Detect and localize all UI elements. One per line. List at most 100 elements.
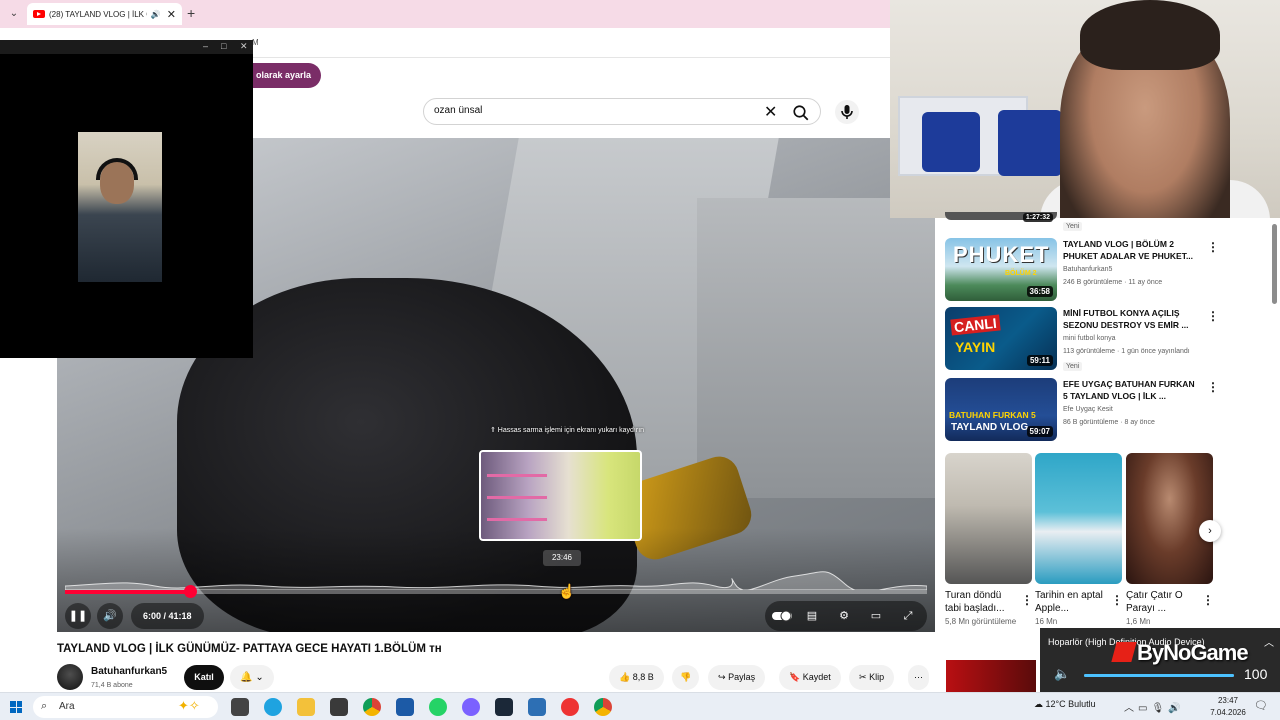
network-icon[interactable]: ▭	[1138, 703, 1151, 714]
weather-widget[interactable]: ☁ 12°C Bulutlu	[1034, 699, 1096, 710]
floating-window-titlebar[interactable]: – □ ✕	[0, 40, 253, 54]
theater-mode-button[interactable]: ▭	[868, 608, 884, 624]
thumbs-down-icon: 👎	[680, 672, 692, 682]
more-actions-button[interactable]: ⋯	[908, 665, 929, 690]
seek-handle[interactable]	[183, 585, 197, 598]
partial-thumbnail[interactable]	[946, 660, 1036, 692]
short-title[interactable]: Çatır Çatır O Parayı ...	[1126, 589, 1200, 615]
list-item[interactable]: CANLI YAYIN 59:11 MİNİ FUTBOL KONYA AÇIL…	[945, 307, 1235, 371]
share-button[interactable]: ↪ Paylaş	[708, 665, 766, 690]
start-button[interactable]	[10, 701, 22, 713]
partial-thumbnail[interactable]: 1:27:32	[945, 212, 1057, 222]
more-options-icon[interactable]: ⋮	[1021, 593, 1033, 607]
more-options-icon[interactable]: ⋮	[1111, 593, 1123, 607]
steam-icon[interactable]	[495, 698, 513, 716]
speaker-icon[interactable]: 🔈	[1054, 666, 1070, 682]
video-thumbnail[interactable]: CANLI YAYIN 59:11	[945, 307, 1057, 370]
notification-icon[interactable]: 🗨	[1254, 699, 1268, 712]
browser-tab[interactable]: (28) TAYLAND VLOG | İLK G 🔊 ✕	[27, 3, 182, 25]
new-badge: Yeni	[1063, 222, 1083, 231]
cloud-icon: ☁	[1034, 699, 1043, 709]
new-tab-button[interactable]: +	[187, 5, 195, 21]
voice-search-button[interactable]	[835, 100, 859, 124]
copilot-sparkle-icon: ✦✧	[178, 698, 200, 713]
more-options-icon[interactable]: ⋮	[1207, 240, 1219, 254]
short-item[interactable]: Çatır Çatır O Parayı ... 1,6 Mn ⋮	[1126, 453, 1214, 626]
short-item[interactable]: Tarihin en aptal Apple... 16 Mn ⋮	[1035, 453, 1123, 626]
short-title[interactable]: Tarihin en aptal Apple...	[1035, 589, 1109, 615]
video-thumbnail[interactable]: BATUHAN FURKAN 5 TAYLAND VLOG 59:07	[945, 378, 1057, 441]
chrome-icon[interactable]	[594, 698, 612, 716]
like-button[interactable]: 👍 8,8 B	[609, 665, 664, 690]
list-item[interactable]: PHUKET BÖLÜM 2 36:58 TAYLAND VLOG | BÖLÜ…	[945, 238, 1235, 302]
minimize-icon[interactable]: –	[203, 41, 208, 51]
short-item[interactable]: Turan döndü tabi başladı... 5,8 Mn görün…	[945, 453, 1033, 626]
store-icon[interactable]	[330, 698, 348, 716]
tab-close-icon[interactable]: ✕	[167, 8, 176, 21]
join-button[interactable]: Katıl	[184, 665, 224, 690]
clip-button[interactable]: ✂ Klip	[849, 665, 895, 690]
preview-shelf	[487, 474, 547, 477]
short-title[interactable]: Turan döndü tabi başladı...	[945, 589, 1019, 615]
video-channel[interactable]: Batuhanfurkan5	[1063, 266, 1112, 273]
sidebar-scrollbar[interactable]	[1272, 224, 1277, 304]
fullscreen-button[interactable]: ⤢	[900, 608, 916, 624]
shorts-next-button[interactable]: ›	[1199, 520, 1221, 542]
app-icon[interactable]	[528, 698, 546, 716]
save-button[interactable]: 🔖 Kaydet	[779, 665, 841, 690]
subtitles-button[interactable]: ▤	[804, 608, 820, 624]
chrome-icon[interactable]	[363, 698, 381, 716]
task-view-icon[interactable]	[231, 698, 249, 716]
gear-icon: ⚙	[839, 610, 849, 622]
video-thumbnail[interactable]: PHUKET BÖLÜM 2 36:58	[945, 238, 1057, 301]
clock[interactable]: 23:47 7.04.2026	[1208, 695, 1248, 719]
short-thumbnail[interactable]	[1126, 453, 1213, 584]
channel-name[interactable]: Batuhanfurkan5	[91, 666, 167, 677]
pause-button[interactable]: ❚❚	[65, 603, 91, 629]
notification-bell-button[interactable]: 🔔 ⌄	[230, 665, 274, 690]
tab-search-chevron-icon[interactable]: ⌄	[5, 5, 23, 23]
more-options-icon[interactable]: ⋮	[1202, 593, 1214, 607]
maximize-icon[interactable]: □	[221, 41, 226, 51]
file-explorer-icon[interactable]	[297, 698, 315, 716]
avatar[interactable]	[57, 664, 83, 690]
video-title[interactable]: MİNİ FUTBOL KONYA AÇILIŞ SEZONU DESTROY …	[1063, 307, 1201, 331]
whatsapp-icon[interactable]	[429, 698, 447, 716]
discord-icon[interactable]	[462, 698, 480, 716]
floating-video-window[interactable]: – □ ✕	[0, 40, 253, 358]
clear-search-icon[interactable]: ✕	[764, 102, 777, 122]
close-icon[interactable]: ✕	[240, 41, 248, 52]
most-replayed-heatmap	[65, 571, 927, 590]
microphone-icon[interactable]: 🎙	[1151, 703, 1168, 714]
more-options-icon[interactable]: ⋮	[1207, 380, 1219, 394]
search-input[interactable]	[434, 105, 754, 116]
more-options-icon[interactable]: ⋮	[1207, 309, 1219, 323]
seek-bar-played	[65, 590, 190, 594]
system-tray[interactable]: ︿▭🎙🔊	[1124, 699, 1185, 714]
share-icon: ↪	[718, 672, 726, 682]
edge-icon[interactable]	[264, 698, 282, 716]
video-title[interactable]: TAYLAND VLOG | BÖLÜM 2 PHUKET ADALAR VE …	[1063, 238, 1201, 262]
obs-icon[interactable]	[561, 698, 579, 716]
short-thumbnail[interactable]	[945, 453, 1032, 584]
autoplay-toggle[interactable]	[771, 608, 793, 624]
app-icon[interactable]	[396, 698, 414, 716]
video-channel[interactable]: Efe Uygaç Kesit	[1063, 406, 1113, 413]
thumbnail-text: BATUHAN FURKAN 5	[949, 410, 1036, 420]
chevron-up-icon[interactable]: ︿	[1124, 703, 1138, 714]
video-channel[interactable]: mini futbol konya	[1063, 335, 1116, 342]
volume-slider[interactable]	[1084, 674, 1234, 677]
volume-button[interactable]: 🔊	[97, 603, 123, 629]
taskbar-search[interactable]: ⌕ Ara ✦✧	[33, 696, 218, 718]
chevron-up-icon[interactable]: ︿	[1264, 634, 1274, 649]
set-default-button[interactable]: olarak ayarla	[250, 63, 322, 88]
speaker-icon[interactable]: 🔊	[1168, 703, 1184, 714]
short-thumbnail[interactable]	[1035, 453, 1122, 584]
seek-bar[interactable]	[65, 585, 927, 598]
tab-audio-icon[interactable]: 🔊	[151, 10, 161, 19]
video-title[interactable]: EFE UYGAÇ BATUHAN FURKAN 5 TAYLAND VLOG …	[1063, 378, 1201, 402]
settings-button[interactable]: ⚙	[836, 608, 852, 624]
search-icon[interactable]	[792, 104, 810, 122]
list-item[interactable]: BATUHAN FURKAN 5 TAYLAND VLOG 59:07 EFE …	[945, 378, 1235, 442]
dislike-button[interactable]: 👎	[672, 665, 700, 690]
